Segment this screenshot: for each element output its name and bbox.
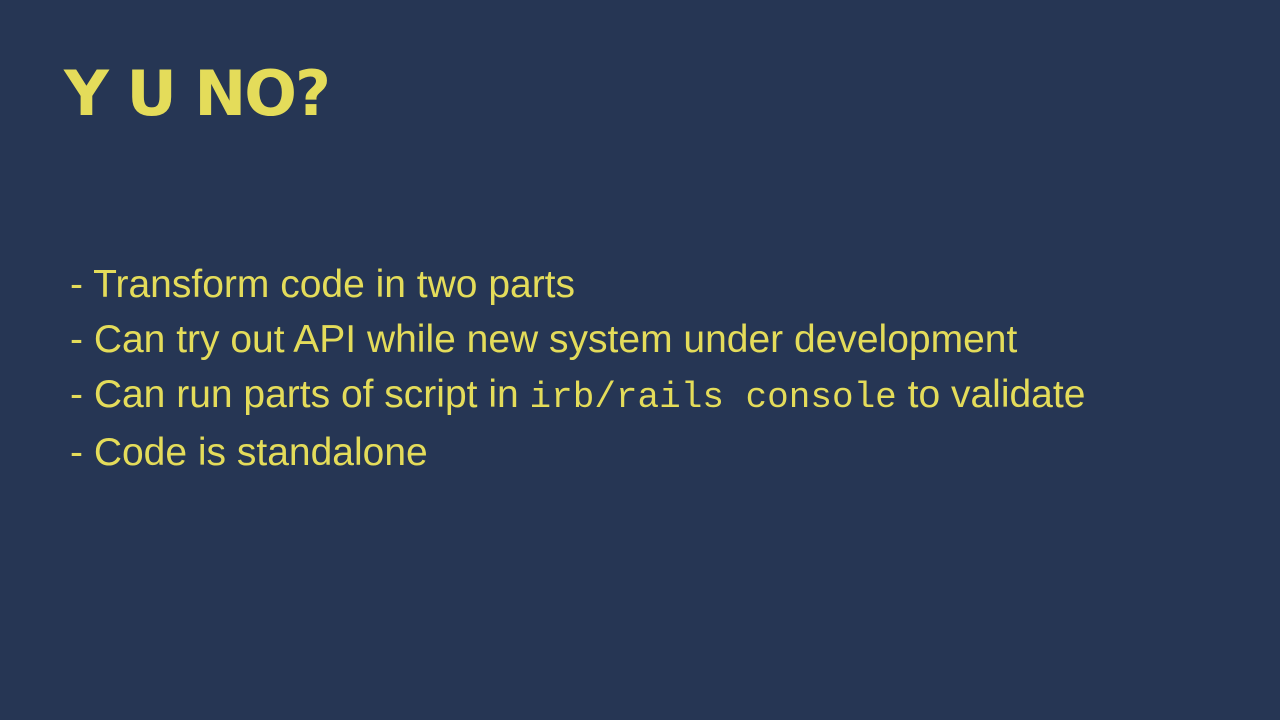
bullet-item: - Can run parts of script in irb/rails c… — [70, 367, 1085, 425]
slide-title: Y U NO? — [64, 57, 331, 130]
bullet-item: - Can try out API while new system under… — [70, 318, 1018, 361]
bullet-list: - Transform code in two parts - Can try … — [70, 257, 1085, 480]
bullet-text-after: to validate — [896, 373, 1086, 416]
bullet-text-before: - Can run parts of script in — [70, 373, 530, 416]
slide: Y U NO? - Transform code in two parts - … — [0, 0, 1280, 720]
inline-code: irb/rails console — [529, 377, 897, 418]
bullet-item: - Code is standalone — [70, 431, 428, 474]
bullet-item: - Transform code in two parts — [70, 263, 576, 306]
